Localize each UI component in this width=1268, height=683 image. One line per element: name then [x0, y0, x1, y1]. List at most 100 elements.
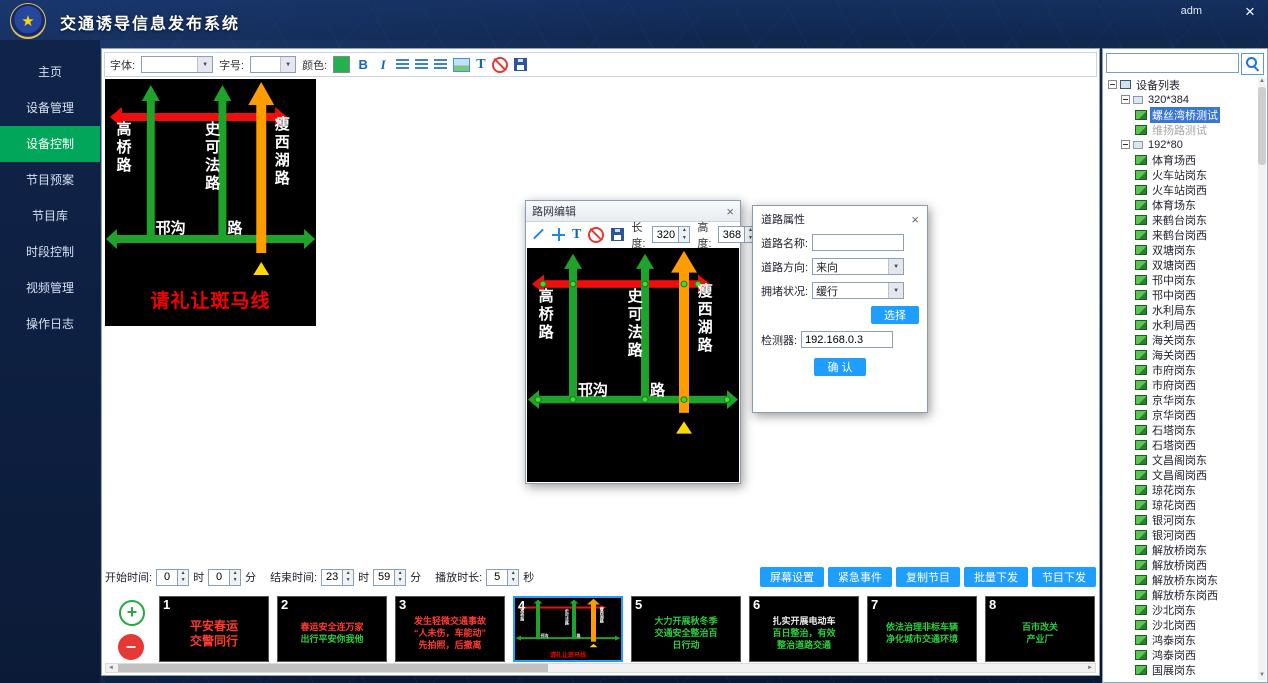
spinner-down-icon[interactable]: ▼ [230, 577, 240, 585]
close-icon[interactable]: × [911, 213, 919, 226]
spinner-down-icon[interactable]: ▼ [343, 577, 353, 585]
tree-item[interactable]: 银河岗东 [1106, 512, 1256, 527]
height-input[interactable] [718, 226, 745, 243]
tree-item[interactable]: 体育场东 [1106, 197, 1256, 212]
tree-item[interactable]: 体育场西 [1106, 152, 1256, 167]
tree-item[interactable]: 水利局东 [1106, 302, 1256, 317]
sidebar-item-program-plan[interactable]: 节目预案 [0, 162, 100, 198]
color-swatch[interactable] [333, 56, 350, 73]
scrollbar-thumb[interactable] [118, 664, 548, 672]
add-program-button[interactable]: + [119, 600, 145, 626]
tree-item[interactable]: 琼花岗西 [1106, 497, 1256, 512]
sidebar-item-schedule-control[interactable]: 时段控制 [0, 234, 100, 270]
tree-item[interactable]: 海关岗西 [1106, 347, 1256, 362]
tree-expander-icon[interactable] [1108, 80, 1117, 89]
start-minute-input[interactable] [208, 569, 230, 586]
delete-prohibit-icon[interactable] [492, 57, 508, 73]
align-left-icon[interactable] [396, 59, 409, 70]
start-hour-spinner[interactable]: ▲▼ [178, 569, 189, 586]
confirm-button[interactable]: 确 认 [814, 358, 865, 376]
tree-item[interactable]: 石塔岗西 [1106, 437, 1256, 452]
bold-button[interactable]: B [356, 57, 370, 72]
sidebar-item-device-control[interactable]: 设备控制 [0, 126, 100, 162]
end-hour-spinner[interactable]: ▲▼ [343, 569, 354, 586]
end-hour-input[interactable] [321, 569, 343, 586]
spinner-up-icon[interactable]: ▲ [178, 570, 188, 578]
duration-input[interactable] [486, 569, 508, 586]
scrollbar-thumb[interactable] [1258, 87, 1266, 165]
tree-item[interactable]: 鸿泰岗西 [1106, 647, 1256, 662]
remove-program-button[interactable]: – [118, 634, 144, 660]
spinner-up-icon[interactable]: ▲ [508, 570, 518, 578]
roadnet-canvas[interactable]: 高桥路 史可法路 瘦西湖路 邗沟 路 请礼让斑马线 [527, 248, 739, 482]
tree-item[interactable]: 沙北岗东 [1106, 602, 1256, 617]
sidebar-item-video-management[interactable]: 视频管理 [0, 270, 100, 306]
end-minute-input[interactable] [373, 569, 395, 586]
tree-item[interactable]: 银河岗西 [1106, 527, 1256, 542]
current-user[interactable]: adm [1181, 5, 1202, 17]
tree-group-192x80[interactable]: 192*80 [1106, 137, 1256, 152]
batch-send-button[interactable]: 批量下发 [964, 567, 1028, 587]
sidebar-item-home[interactable]: 主页 [0, 54, 100, 90]
tree-item[interactable]: 解放桥东岗东 [1106, 572, 1256, 587]
device-search-input[interactable] [1106, 53, 1239, 73]
screen-settings-button[interactable]: 屏幕设置 [760, 567, 824, 587]
tree-item[interactable]: 海关岗东 [1106, 332, 1256, 347]
tree-item[interactable]: 水利局西 [1106, 317, 1256, 332]
spinner-down-icon[interactable]: ▼ [395, 577, 405, 585]
spinner-up-icon[interactable]: ▲ [395, 570, 405, 578]
tree-item[interactable]: 京华岗东 [1106, 392, 1256, 407]
start-hour-input[interactable] [156, 569, 178, 586]
dialog-titlebar[interactable]: 道路属性 × [761, 211, 919, 227]
move-cross-icon[interactable] [552, 228, 565, 241]
tree-item[interactable]: 火车站岗西 [1106, 182, 1256, 197]
scroll-left-icon[interactable]: ◄ [106, 664, 116, 672]
font-size-select[interactable]: ▼ [250, 56, 296, 73]
close-window-icon[interactable]: × [1240, 2, 1260, 22]
tree-item[interactable]: 螺丝湾桥测试 [1106, 107, 1256, 122]
scroll-up-icon[interactable]: ▲ [1258, 77, 1266, 86]
text-tool-icon[interactable]: T [572, 227, 581, 243]
congestion-select[interactable]: 缓行▼ [812, 282, 904, 299]
tree-item[interactable]: 京华岗西 [1106, 407, 1256, 422]
tree-item[interactable]: 国展岗西 [1106, 677, 1256, 680]
tree-item[interactable]: 琼花岗东 [1106, 482, 1256, 497]
tree-item[interactable]: 来鹤台岗东 [1106, 212, 1256, 227]
tree-expander-icon[interactable] [1121, 95, 1130, 104]
emergency-event-button[interactable]: 紧急事件 [828, 567, 892, 587]
spinner-up-icon[interactable]: ▲ [230, 570, 240, 578]
tree-expander-icon[interactable] [1121, 140, 1130, 149]
close-icon[interactable]: × [726, 205, 734, 218]
tree-item[interactable]: 火车站岗东 [1106, 167, 1256, 182]
tree-item[interactable]: 来鹤台岗西 [1106, 227, 1256, 242]
scroll-right-icon[interactable]: ► [1085, 664, 1095, 672]
length-spinner[interactable]: ▲▼ [679, 226, 690, 243]
duration-spinner[interactable]: ▲▼ [508, 569, 519, 586]
search-button[interactable] [1241, 53, 1264, 75]
tree-root[interactable]: 设备列表 [1106, 77, 1256, 92]
program-send-button[interactable]: 节目下发 [1032, 567, 1096, 587]
program-thumb-6[interactable]: 6 扎实开展电动车百日整治，有效整治道路交通 [749, 596, 859, 662]
program-thumb-8[interactable]: 8 百市改关产业厂 [985, 596, 1095, 662]
program-thumb-3[interactable]: 3 发生轻微交通事故“人未伤，车能动”先拍照，后撤离 [395, 596, 505, 662]
tree-item[interactable]: 解放桥岗东 [1106, 542, 1256, 557]
tree-item[interactable]: 石塔岗东 [1106, 422, 1256, 437]
italic-button[interactable]: I [376, 57, 390, 73]
end-minute-spinner[interactable]: ▲▼ [395, 569, 406, 586]
program-thumb-1[interactable]: 1 平安春运交警同行 [159, 596, 269, 662]
copy-program-button[interactable]: 复制节目 [896, 567, 960, 587]
spinner-down-icon[interactable]: ▼ [679, 235, 689, 243]
select-detector-button[interactable]: 选择 [871, 306, 919, 324]
tree-item[interactable]: 市府岗西 [1106, 377, 1256, 392]
tree-item[interactable]: 解放桥岗西 [1106, 557, 1256, 572]
tree-item[interactable]: 解放桥东岗西 [1106, 587, 1256, 602]
tree-item[interactable]: 市府岗东 [1106, 362, 1256, 377]
insert-image-icon[interactable] [453, 58, 470, 72]
tree-item[interactable]: 邗中岗西 [1106, 287, 1256, 302]
tree-item[interactable]: 文昌阁岗西 [1106, 467, 1256, 482]
sidebar-item-program-library[interactable]: 节目库 [0, 198, 100, 234]
program-thumb-7[interactable]: 7 依法治理非标车辆净化城市交通环境 [867, 596, 977, 662]
length-input[interactable] [652, 226, 679, 243]
sidebar-item-device-management[interactable]: 设备管理 [0, 90, 100, 126]
vertical-scrollbar[interactable]: ▲ ▼ [1258, 77, 1266, 680]
